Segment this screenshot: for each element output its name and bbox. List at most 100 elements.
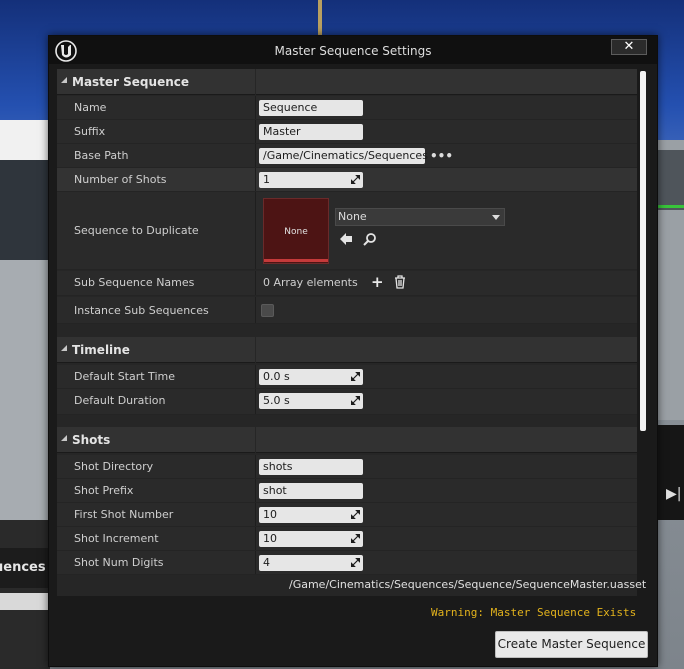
property-label: Default Start Time <box>74 370 175 383</box>
thumbnail-caption: None <box>284 227 308 237</box>
property-label: Shot Increment <box>74 532 159 545</box>
column-divider <box>255 389 256 414</box>
details-scrollbar[interactable] <box>639 69 647 596</box>
property-row-suffix: Suffix Master <box>57 120 637 144</box>
number-value: 1 <box>263 173 270 186</box>
property-row-first-shot-number: First Shot Number 10 <box>57 503 637 527</box>
property-label: Shot Num Digits <box>74 556 164 569</box>
property-label: Base Path <box>74 149 129 162</box>
column-divider <box>255 168 256 191</box>
default-duration-field[interactable]: 5.0 s <box>259 393 363 409</box>
first-shot-number-field[interactable]: 10 <box>259 507 363 523</box>
property-row-base-path: Base Path /Game/Cinematics/Sequences ••• <box>57 144 637 168</box>
spin-arrows-icon[interactable] <box>351 558 360 567</box>
section-label: Master Sequence <box>72 75 189 89</box>
shot-num-digits-field[interactable]: 4 <box>259 555 363 571</box>
column-divider <box>255 69 256 95</box>
asset-thumbnail[interactable]: None <box>263 198 329 264</box>
collapse-arrow-icon <box>61 435 67 441</box>
section-label: Timeline <box>72 343 130 357</box>
warning-text: Warning: Master Sequence Exists <box>431 606 637 619</box>
title-bar[interactable]: Master Sequence Settings ✕ <box>49 36 657 64</box>
number-value: 4 <box>263 556 270 569</box>
column-divider <box>255 365 256 388</box>
property-row-sub-sequence-names: Sub Sequence Names 0 Array elements + <box>57 271 637 296</box>
scene-green-line <box>656 205 684 208</box>
property-row-shot-directory: Shot Directory shots <box>57 455 637 479</box>
property-label: Sequence to Duplicate <box>74 224 199 237</box>
property-row-default-start-time: Default Start Time 0.0 s <box>57 365 637 389</box>
column-divider <box>255 297 256 323</box>
column-divider <box>255 427 256 453</box>
suffix-field[interactable]: Master <box>259 124 363 140</box>
default-start-time-field[interactable]: 0.0 s <box>259 369 363 385</box>
spin-arrows-icon[interactable] <box>351 175 360 184</box>
name-field[interactable]: Sequence <box>259 100 363 116</box>
column-divider <box>255 455 256 478</box>
property-row-number-of-shots: Number of Shots 1 <box>57 168 637 192</box>
property-label: Shot Directory <box>74 460 154 473</box>
asset-picker-combo[interactable]: None <box>335 208 505 226</box>
create-master-sequence-button[interactable]: Create Master Sequence <box>495 631 648 658</box>
property-row-shot-increment: Shot Increment 10 <box>57 527 637 551</box>
spin-arrows-icon[interactable] <box>351 534 360 543</box>
spin-arrows-icon[interactable] <box>351 372 360 381</box>
shot-increment-field[interactable]: 10 <box>259 531 363 547</box>
scene-block <box>0 120 50 160</box>
collapse-arrow-icon <box>61 345 67 351</box>
array-count: 0 Array elements <box>263 276 358 289</box>
property-row-instance-sub-sequences: Instance Sub Sequences <box>57 297 637 324</box>
browse-asset-icon[interactable] <box>363 232 377 246</box>
use-selected-asset-icon[interactable] <box>339 232 353 246</box>
spin-arrows-icon[interactable] <box>351 396 360 405</box>
asset-path-text: /Game/Cinematics/Sequences/Sequence/Sequ… <box>289 578 647 591</box>
section-label: Shots <box>72 433 111 447</box>
thumbnail-type-bar <box>264 259 328 262</box>
property-row-shot-prefix: Shot Prefix shot <box>57 479 637 503</box>
browse-path-button[interactable]: ••• <box>430 149 453 163</box>
add-element-icon[interactable]: + <box>371 275 385 290</box>
property-label: Shot Prefix <box>74 484 134 497</box>
scene-wall-dark <box>0 160 50 260</box>
scene-pole <box>318 0 322 40</box>
property-label: Name <box>74 101 107 114</box>
base-path-field[interactable]: /Game/Cinematics/Sequences <box>259 148 428 164</box>
section-shots[interactable]: Shots <box>57 427 637 453</box>
number-value: 5.0 s <box>263 394 290 407</box>
column-divider <box>255 337 256 363</box>
editor-left-tab-label: uences <box>0 560 46 575</box>
instance-sub-sequences-checkbox[interactable] <box>261 304 274 317</box>
column-divider <box>255 192 256 269</box>
property-label: Number of Shots <box>74 173 167 186</box>
trash-icon[interactable] <box>394 275 406 289</box>
scrollbar-thumb[interactable] <box>640 71 646 431</box>
number-of-shots-field[interactable]: 1 <box>259 172 363 188</box>
property-row-shot-num-digits: Shot Num Digits 4 <box>57 551 637 575</box>
property-label: First Shot Number <box>74 508 174 521</box>
column-divider <box>255 479 256 502</box>
window-title: Master Sequence Settings <box>274 44 432 58</box>
shot-directory-field[interactable]: shots <box>259 459 363 475</box>
column-divider <box>255 96 256 119</box>
number-value: 10 <box>263 508 277 521</box>
column-divider <box>255 120 256 143</box>
collapse-arrow-icon <box>61 77 67 83</box>
column-divider <box>255 144 256 167</box>
property-row-name: Name Sequence <box>57 96 637 120</box>
chevron-down-icon <box>492 215 500 220</box>
section-timeline[interactable]: Timeline <box>57 337 637 363</box>
master-sequence-settings-dialog: Master Sequence Settings ✕ Master Sequen… <box>48 35 658 667</box>
property-label: Suffix <box>74 125 106 138</box>
sequencer-panel-edge <box>656 425 684 520</box>
column-divider <box>255 271 256 295</box>
combo-value: None <box>338 210 367 223</box>
section-master-sequence[interactable]: Master Sequence <box>57 69 637 95</box>
spin-arrows-icon[interactable] <box>351 510 360 519</box>
details-panel: Master Sequence Name Sequence Suffix Mas… <box>57 69 637 596</box>
column-divider <box>255 527 256 550</box>
scene-wall-grey <box>0 260 50 520</box>
scene-wall-right-dark <box>656 150 684 210</box>
close-button[interactable]: ✕ <box>611 39 647 55</box>
play-next-icon[interactable]: ▶︎| <box>666 485 682 503</box>
shot-prefix-field[interactable]: shot <box>259 483 363 499</box>
